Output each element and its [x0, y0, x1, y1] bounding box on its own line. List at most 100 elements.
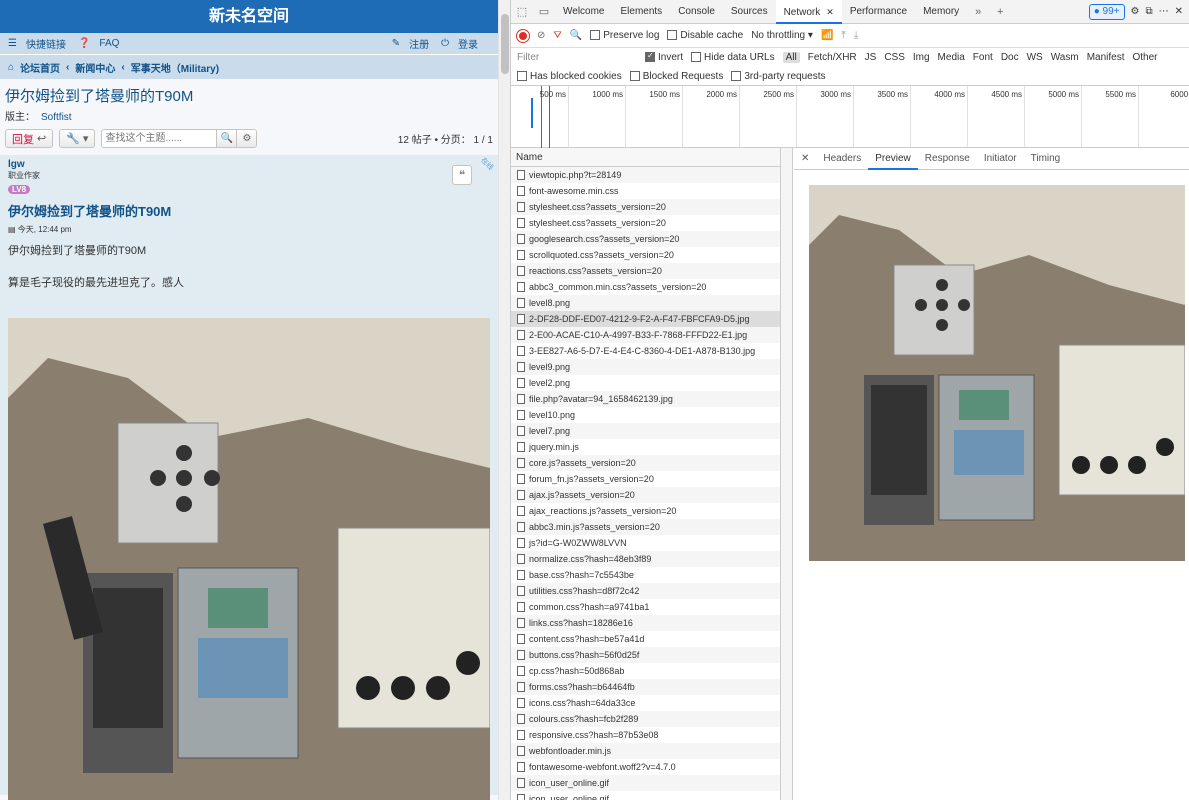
request-row[interactable]: webfontloader.min.js: [511, 743, 780, 759]
type-filter[interactable]: Doc: [1001, 52, 1019, 63]
gear-icon[interactable]: ⚙: [1131, 6, 1140, 17]
request-row[interactable]: icon_user_online.gif: [511, 791, 780, 800]
connect-icon[interactable]: ⧉: [1145, 6, 1152, 17]
type-filter[interactable]: Other: [1132, 52, 1157, 63]
request-row[interactable]: fontawesome-webfont.woff2?v=4.7.0: [511, 759, 780, 775]
search-input[interactable]: [102, 130, 217, 147]
request-row[interactable]: abbc3.min.js?assets_version=20: [511, 519, 780, 535]
issues-badge[interactable]: ● 99+: [1088, 3, 1125, 20]
request-row[interactable]: forms.css?hash=b64464fb: [511, 679, 780, 695]
type-filter[interactable]: Img: [913, 52, 930, 63]
request-row[interactable]: abbc3_common.min.css?assets_version=20: [511, 279, 780, 295]
type-filter[interactable]: Media: [938, 52, 965, 63]
device-icon[interactable]: ▭: [533, 5, 555, 18]
filter-icon[interactable]: ⛛: [553, 30, 561, 41]
tab-sources[interactable]: Sources: [723, 0, 776, 24]
forum-scrollbar[interactable]: [498, 0, 510, 800]
faq-link[interactable]: ❓ FAQ: [78, 38, 125, 49]
request-row[interactable]: core.js?assets_version=20: [511, 455, 780, 471]
quote-button[interactable]: ❝: [452, 165, 472, 185]
author-name[interactable]: lgw: [8, 159, 490, 170]
request-row[interactable]: ajax_reactions.js?assets_version=20: [511, 503, 780, 519]
post-image[interactable]: [8, 318, 490, 800]
type-filter[interactable]: Fetch/XHR: [808, 52, 857, 63]
tab-initiator[interactable]: Initiator: [977, 148, 1024, 170]
tab-elements[interactable]: Elements: [613, 0, 671, 24]
site-title[interactable]: 新未名空间: [0, 0, 498, 33]
filter-input[interactable]: Filter: [517, 52, 637, 63]
breadcrumb-item[interactable]: 军事天地（Military): [131, 60, 219, 75]
tab-headers[interactable]: Headers: [816, 148, 868, 170]
moderator-link[interactable]: Softfist: [41, 112, 72, 123]
search-icon[interactable]: 🔍: [216, 130, 237, 147]
request-row[interactable]: links.css?hash=18286e16: [511, 615, 780, 631]
request-row[interactable]: colours.css?hash=fcb2f289: [511, 711, 780, 727]
request-row[interactable]: level9.png: [511, 359, 780, 375]
third-party-checkbox[interactable]: 3rd-party requests: [731, 71, 825, 82]
gear-icon[interactable]: ⚙: [236, 130, 257, 147]
request-row[interactable]: content.css?hash=be57a41d: [511, 631, 780, 647]
request-row[interactable]: level7.png: [511, 423, 780, 439]
login-link[interactable]: ⏻ 登录: [441, 36, 484, 51]
topic-tools-button[interactable]: 🔧 ▾: [59, 129, 96, 148]
reply-button[interactable]: 回复 ↩: [5, 129, 54, 148]
wifi-icon[interactable]: 📶: [821, 30, 833, 41]
disable-cache-checkbox[interactable]: Disable cache: [667, 30, 743, 41]
type-filter[interactable]: Manifest: [1087, 52, 1125, 63]
tab-performance[interactable]: Performance: [842, 0, 915, 24]
request-row[interactable]: js?id=G-W0ZWW8LVVN: [511, 535, 780, 551]
tab-preview[interactable]: Preview: [868, 148, 918, 170]
quick-links[interactable]: ☰ 快捷链接: [8, 36, 72, 51]
post-title[interactable]: 伊尔姆捡到了塔曼师的T90M: [0, 199, 498, 222]
plus-icon[interactable]: +: [989, 6, 1011, 18]
request-row[interactable]: cp.css?hash=50d868ab: [511, 663, 780, 679]
request-list-scrollbar[interactable]: [781, 148, 793, 800]
inspect-icon[interactable]: ⬚: [511, 5, 533, 18]
request-row[interactable]: responsive.css?hash=87b53e08: [511, 727, 780, 743]
type-filter-all[interactable]: All: [782, 52, 800, 63]
hide-data-urls-checkbox[interactable]: Hide data URLs: [691, 52, 775, 63]
breadcrumb-item[interactable]: 新闻中心: [75, 60, 115, 75]
close-icon[interactable]: ✕: [826, 7, 834, 17]
request-row[interactable]: googlesearch.css?assets_version=20: [511, 231, 780, 247]
type-filter[interactable]: WS: [1027, 52, 1043, 63]
request-row[interactable]: utilities.css?hash=d8f72c42: [511, 583, 780, 599]
request-row[interactable]: stylesheet.css?assets_version=20: [511, 215, 780, 231]
request-row[interactable]: 3-EE827-A6-5-D7-E-4-E4-C-8360-4-DE1-A878…: [511, 343, 780, 359]
type-filter[interactable]: JS: [865, 52, 877, 63]
more-icon[interactable]: ⋯: [1159, 6, 1169, 17]
blocked-requests-checkbox[interactable]: Blocked Requests: [629, 71, 723, 82]
request-row[interactable]: level2.png: [511, 375, 780, 391]
tab-timing[interactable]: Timing: [1024, 148, 1068, 170]
record-icon[interactable]: [517, 29, 529, 42]
upload-icon[interactable]: ⤒: [841, 30, 845, 41]
request-row[interactable]: 2-E00-ACAE-C10-A-4997-B33-F-7868-FFFD22-…: [511, 327, 780, 343]
request-row[interactable]: stylesheet.css?assets_version=20: [511, 199, 780, 215]
request-row[interactable]: scrollquoted.css?assets_version=20: [511, 247, 780, 263]
request-row[interactable]: icon_user_online.gif: [511, 775, 780, 791]
download-icon[interactable]: ⤓: [854, 30, 858, 41]
request-row[interactable]: icons.css?hash=64da33ce: [511, 695, 780, 711]
type-filter[interactable]: Wasm: [1051, 52, 1079, 63]
request-row[interactable]: ajax.js?assets_version=20: [511, 487, 780, 503]
preserve-log-checkbox[interactable]: Preserve log: [590, 30, 659, 41]
tab-response[interactable]: Response: [918, 148, 977, 170]
search-icon[interactable]: 🔍: [570, 30, 582, 41]
name-column-header[interactable]: Name: [511, 148, 780, 167]
close-icon[interactable]: ✕: [794, 148, 816, 170]
request-row[interactable]: reactions.css?assets_version=20: [511, 263, 780, 279]
request-row[interactable]: level8.png: [511, 295, 780, 311]
request-row[interactable]: normalize.css?hash=48eb3f89: [511, 551, 780, 567]
request-row[interactable]: viewtopic.php?t=28149: [511, 167, 780, 183]
scrollbar-thumb[interactable]: [501, 14, 509, 74]
close-icon[interactable]: ✕: [1175, 6, 1183, 17]
request-row[interactable]: font-awesome.min.css: [511, 183, 780, 199]
request-row[interactable]: buttons.css?hash=56f0d25f: [511, 647, 780, 663]
throttling-select[interactable]: No throttling ▾: [751, 30, 813, 41]
network-timeline[interactable]: 500 ms 1000 ms 1500 ms 2000 ms 2500 ms 3000 m…: [511, 86, 1189, 148]
type-filter[interactable]: CSS: [884, 52, 905, 63]
topic-title[interactable]: 伊尔姆捡到了塔曼师的T90M: [0, 79, 498, 106]
tab-network[interactable]: Network ✕: [775, 0, 842, 24]
request-row[interactable]: level10.png: [511, 407, 780, 423]
invert-checkbox[interactable]: Invert: [645, 51, 683, 63]
